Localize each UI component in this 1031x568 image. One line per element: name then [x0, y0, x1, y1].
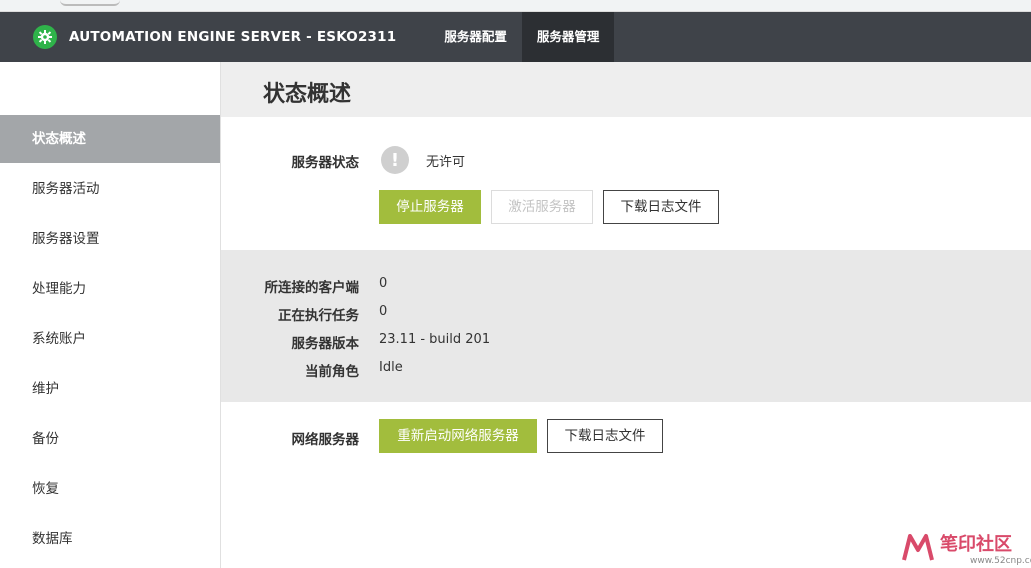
tab-server-management[interactable]: 服务器管理 [521, 12, 615, 62]
tab-server-config[interactable]: 服务器配置 [429, 12, 522, 62]
current-role-label: 当前角色 [305, 364, 359, 380]
web-download-log-button[interactable]: 下载日志文件 [547, 419, 663, 453]
warning-exclamation-icon: ! [381, 146, 409, 174]
sidebar-item-system-accounts[interactable]: 系统账户 [0, 315, 220, 363]
sidebar-item-status-overview[interactable]: 状态概述 [0, 115, 220, 163]
sidebar: 状态概述 服务器活动 服务器设置 处理能力 系统账户 维护 备份 恢复 数据库 [0, 62, 221, 568]
app-title: AUTOMATION ENGINE SERVER - ESKO2311 [69, 29, 397, 45]
server-version-label: 服务器版本 [291, 336, 360, 352]
sidebar-item-database[interactable]: 数据库 [0, 515, 220, 563]
watermark-url: www.52cnp.com [970, 556, 1031, 566]
connected-clients-label: 所连接的客户端 [264, 280, 360, 296]
web-server-label: 网络服务器 [291, 432, 360, 448]
running-tasks-label: 正在执行任务 [278, 308, 359, 324]
watermark-text: 笔印社区 [940, 534, 1012, 555]
download-log-button[interactable]: 下载日志文件 [603, 190, 719, 224]
sidebar-item-server-settings[interactable]: 服务器设置 [0, 215, 220, 263]
top-navigation-bar: AUTOMATION ENGINE SERVER - ESKO2311 服务器配… [0, 12, 1031, 62]
sidebar-item-restore[interactable]: 恢复 [0, 465, 220, 513]
server-version-value: 23.11 - build 201 [379, 332, 491, 347]
gear-logo-icon [33, 25, 57, 49]
main-nav-tabs: 服务器配置 服务器管理 [429, 12, 615, 62]
browser-chrome-strip [0, 0, 1031, 12]
activate-server-button[interactable]: 激活服务器 [491, 190, 593, 224]
restart-web-server-button[interactable]: 重新启动网络服务器 [379, 419, 537, 453]
stop-server-button[interactable]: 停止服务器 [379, 190, 481, 224]
page-title: 状态概述 [263, 82, 352, 107]
sidebar-item-backup[interactable]: 备份 [0, 415, 220, 463]
server-status-value: 无许可 [426, 155, 466, 170]
page-header: 状态概述 [221, 62, 1031, 117]
server-status-section: 服务器状态 ! 无许可 停止服务器 激活服务器 下载日志文件 [221, 117, 1031, 250]
sidebar-item-server-activity[interactable]: 服务器活动 [0, 165, 220, 213]
running-tasks-value: 0 [379, 304, 388, 319]
connected-clients-value: 0 [379, 276, 388, 291]
server-info-section: 所连接的客户端 0 正在执行任务 0 服务器版本 23.11 - build 2… [221, 250, 1031, 402]
sidebar-item-processing-capacity[interactable]: 处理能力 [0, 265, 220, 313]
watermark-logo-icon [900, 530, 936, 566]
current-role-value: Idle [379, 360, 403, 375]
browser-tab-edge [60, 0, 120, 6]
site-watermark: 笔印社区 www.52cnp.com [900, 530, 1031, 568]
server-status-label: 服务器状态 [291, 155, 360, 171]
sidebar-item-maintenance[interactable]: 维护 [0, 365, 220, 413]
